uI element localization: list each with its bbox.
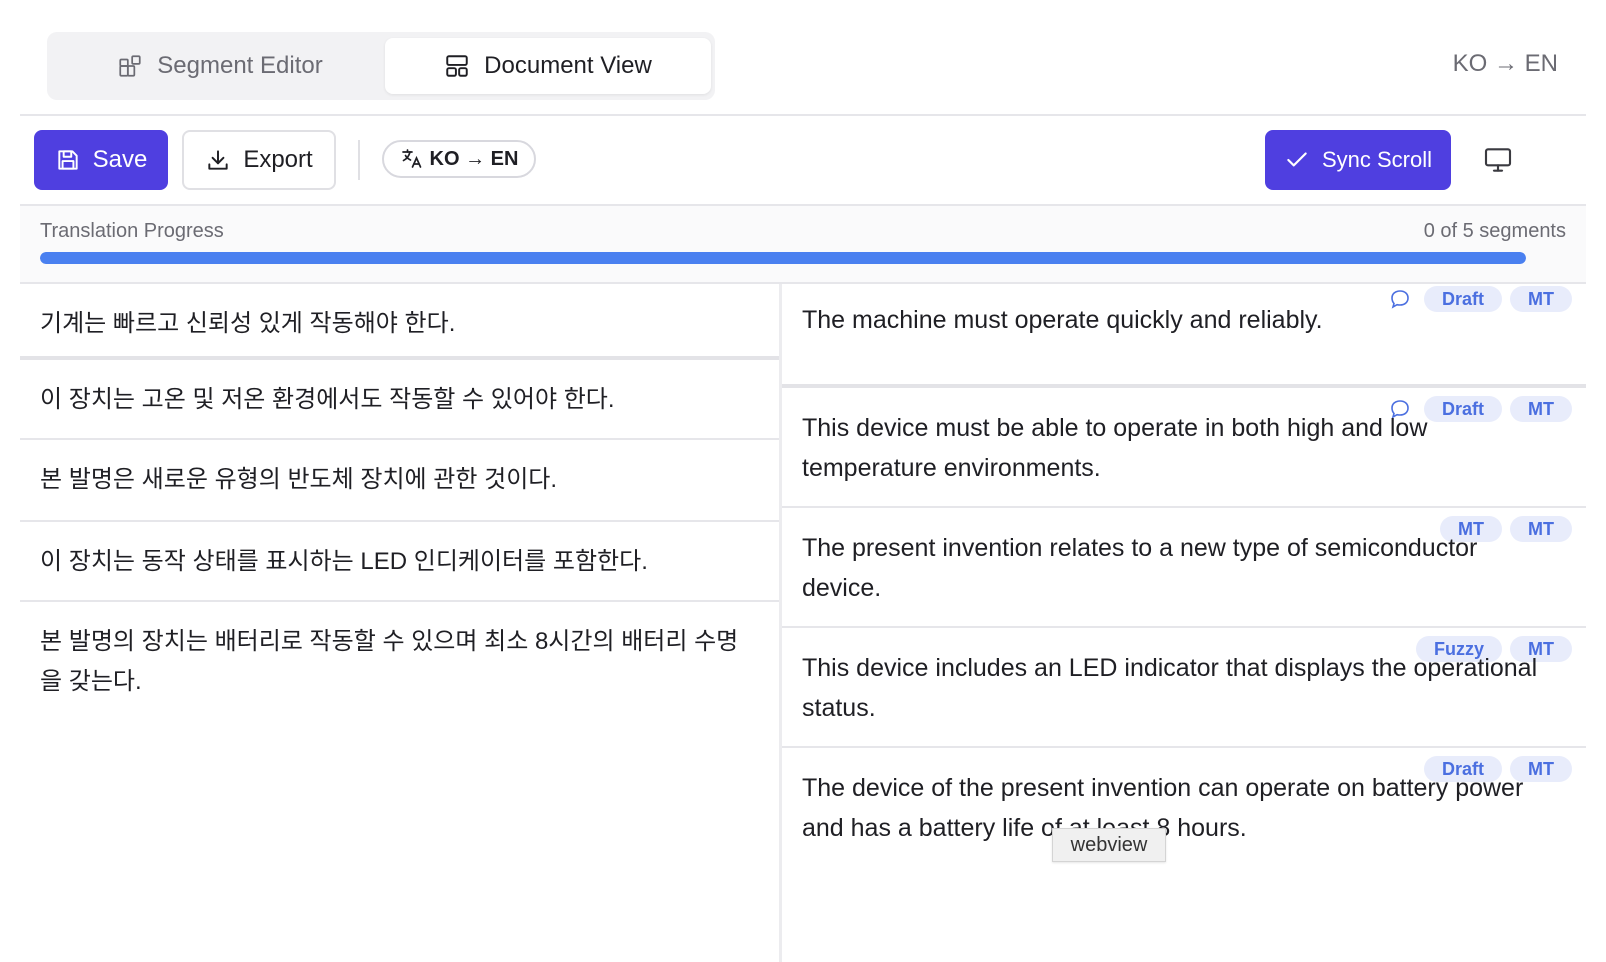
target-segment[interactable]: Draft MT The machine must operate quickl… xyxy=(782,284,1586,388)
webview-tooltip: webview xyxy=(1052,828,1166,862)
segment-editor-icon xyxy=(119,55,141,77)
target-column: Draft MT The machine must operate quickl… xyxy=(782,284,1586,962)
source-column: 기계는 빠르고 신뢰성 있게 작동해야 한다. 이 장치는 고온 및 저온 환경… xyxy=(20,284,780,724)
target-segment[interactable]: Draft MT The device of the present inven… xyxy=(782,748,1586,962)
sync-scroll-label: Sync Scroll xyxy=(1321,147,1433,172)
document-view-icon xyxy=(446,55,468,77)
save-label: Save xyxy=(92,146,148,173)
target-text[interactable]: The machine must operate quickly and rel… xyxy=(802,300,1546,340)
progress-track xyxy=(40,252,1526,264)
tab-segment-editor-label: Segment Editor xyxy=(157,52,323,79)
toolbar-divider xyxy=(358,140,360,180)
source-segment[interactable]: 이 장치는 동작 상태를 표시하는 LED 인디케이터를 포함한다. xyxy=(20,522,780,602)
progress-count: 0 of 5 segments xyxy=(1423,220,1566,242)
check-icon xyxy=(1287,152,1307,167)
monitor-icon[interactable] xyxy=(1482,144,1514,176)
toolbar: Save Export KO → EN Sync Scroll xyxy=(20,116,1586,206)
source-segment[interactable]: 기계는 빠르고 신뢰성 있게 작동해야 한다. xyxy=(20,284,780,360)
download-icon xyxy=(208,150,228,170)
source-segment[interactable]: 본 발명의 장치는 배터리로 작동할 수 있으며 최소 8시간의 배터리 수명을… xyxy=(20,602,780,722)
save-button[interactable]: Save xyxy=(34,130,168,190)
top-bar: Segment Editor Document View KO → EN xyxy=(20,0,1586,116)
target-segment[interactable]: Draft MT This device must be able to ope… xyxy=(782,388,1586,508)
tab-document-view[interactable]: Document View xyxy=(385,38,711,94)
target-text[interactable]: The device of the present invention can … xyxy=(802,768,1546,848)
save-icon xyxy=(57,150,78,170)
target-segment[interactable]: Fuzzy MT This device includes an LED ind… xyxy=(782,628,1586,748)
progress-fill xyxy=(40,252,1526,264)
progress-label: Translation Progress xyxy=(40,220,224,242)
target-segment[interactable]: MT MT The present invention relates to a… xyxy=(782,508,1586,628)
target-text[interactable]: The present invention relates to a new t… xyxy=(802,528,1546,608)
view-switcher: Segment Editor Document View xyxy=(47,32,715,100)
sync-scroll-button[interactable]: Sync Scroll xyxy=(1265,130,1451,190)
language-chip[interactable]: KO → EN xyxy=(382,140,536,178)
source-segment[interactable]: 본 발명은 새로운 유형의 반도체 장치에 관한 것이다. xyxy=(20,440,780,522)
export-button[interactable]: Export xyxy=(182,130,336,190)
export-label: Export xyxy=(243,146,313,173)
translate-icon xyxy=(401,149,421,168)
target-text[interactable]: This device includes an LED indicator th… xyxy=(802,648,1546,728)
language-pair-indicator: KO → EN xyxy=(1452,50,1558,77)
target-text[interactable]: This device must be able to operate in b… xyxy=(802,408,1546,488)
language-chip-label: KO → EN xyxy=(429,147,519,170)
tab-segment-editor[interactable]: Segment Editor xyxy=(57,38,383,94)
translation-progress: Translation Progress 0 of 5 segments xyxy=(20,206,1586,284)
source-segment[interactable]: 이 장치는 고온 및 저온 환경에서도 작동할 수 있어야 한다. xyxy=(20,360,780,440)
tab-document-view-label: Document View xyxy=(484,52,652,79)
